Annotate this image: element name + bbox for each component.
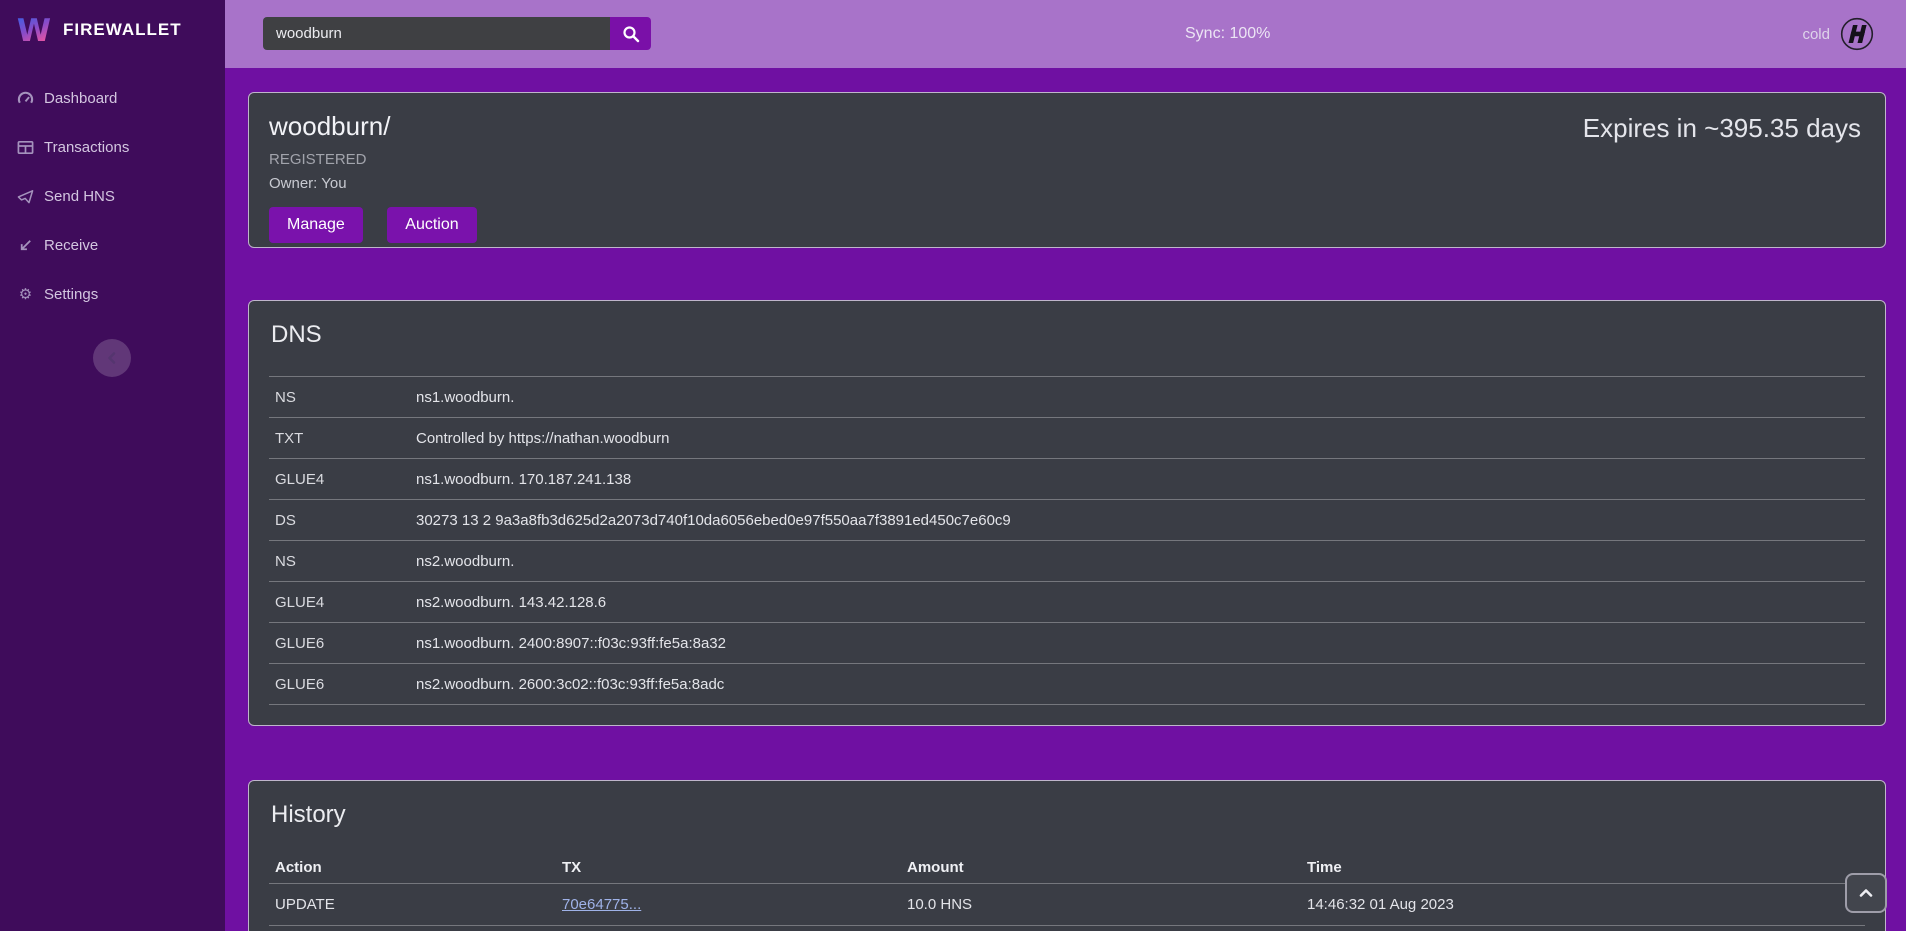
domain-status: REGISTERED: [269, 151, 1865, 168]
topbar: Sync: 100% cold: [225, 0, 1906, 68]
sidebar-item-dashboard[interactable]: Dashboard: [0, 82, 225, 115]
search-icon: [622, 25, 640, 43]
history-row: UPDATE 70e64775... 10.0 HNS 14:46:32 01 …: [269, 883, 1865, 925]
dns-card-title: DNS: [271, 321, 1865, 349]
wallet-group[interactable]: cold: [1802, 0, 1874, 68]
domain-card: woodburn/ REGISTERED Owner: You Manage A…: [248, 92, 1886, 248]
sidebar-item-label: Receive: [44, 237, 98, 254]
sidebar-item-label: Transactions: [44, 139, 129, 156]
sidebar-item-send-hns[interactable]: Send HNS: [0, 180, 225, 213]
search-input[interactable]: [263, 17, 610, 50]
receive-arrow-icon: [17, 237, 34, 254]
history-card-title: History: [271, 801, 1865, 829]
dns-record-type: DS: [275, 512, 416, 529]
dns-record-row: NS ns1.woodburn.: [269, 377, 1865, 418]
history-col-time: Time: [1307, 859, 1865, 876]
history-row: RENEW d7e64b3... 10.0 HNS 15:47:36 07 Ju…: [269, 925, 1865, 931]
history-col-amount: Amount: [907, 859, 1307, 876]
svg-text:W: W: [17, 13, 51, 49]
sidebar: W FIREWALLET Dashboard Transactions: [0, 0, 225, 931]
transactions-table-icon: [17, 139, 34, 156]
main-content: woodburn/ REGISTERED Owner: You Manage A…: [225, 68, 1906, 931]
history-card: History Action TX Amount Time UPDATE 70e…: [248, 780, 1886, 931]
dns-record-value: ns1.woodburn. 2400:8907::f03c:93ff:fe5a:…: [416, 635, 726, 652]
search-button[interactable]: [610, 17, 651, 50]
scroll-to-top-button[interactable]: [1845, 873, 1887, 913]
dns-record-type: GLUE6: [275, 676, 416, 693]
dns-record-row: GLUE4 ns2.woodburn. 143.42.128.6: [269, 582, 1865, 623]
history-time: 14:46:32 01 Aug 2023: [1307, 896, 1865, 913]
history-header-row: Action TX Amount Time: [269, 851, 1865, 883]
sidebar-collapse-button[interactable]: [93, 339, 131, 377]
auction-button[interactable]: Auction: [387, 207, 476, 243]
dns-record-row: NS ns2.woodburn.: [269, 541, 1865, 582]
history-table: Action TX Amount Time UPDATE 70e64775...…: [269, 851, 1865, 931]
dns-record-row: GLUE6 ns1.woodburn. 2400:8907::f03c:93ff…: [269, 623, 1865, 664]
app-title: FIREWALLET: [63, 20, 182, 40]
sidebar-item-settings[interactable]: ⚙ Settings: [0, 278, 225, 311]
wallet-name: cold: [1802, 26, 1830, 43]
dns-record-row: TXT Controlled by https://nathan.woodbur…: [269, 418, 1865, 459]
dns-record-value: ns2.woodburn. 143.42.128.6: [416, 594, 606, 611]
dns-record-type: TXT: [275, 430, 416, 447]
dns-record-value: ns2.woodburn.: [416, 553, 514, 570]
history-col-tx: TX: [562, 859, 907, 876]
settings-gear-icon: ⚙: [17, 286, 34, 303]
sidebar-nav: Dashboard Transactions Send HNS: [0, 82, 225, 311]
dns-record-value: ns2.woodburn. 2600:3c02::f03c:93ff:fe5a:…: [416, 676, 724, 693]
dns-record-row: GLUE6 ns2.woodburn. 2600:3c02::f03c:93ff…: [269, 664, 1865, 705]
dns-record-type: GLUE6: [275, 635, 416, 652]
dns-record-value: Controlled by https://nathan.woodburn: [416, 430, 670, 447]
history-action: UPDATE: [275, 896, 562, 913]
sidebar-item-label: Settings: [44, 286, 98, 303]
dns-record-row: GLUE4 ns1.woodburn. 170.187.241.138: [269, 459, 1865, 500]
dns-card: DNS NS ns1.woodburn. TXT Controlled by h…: [248, 300, 1886, 726]
dashboard-gauge-icon: [17, 90, 34, 107]
dns-record-value: 30273 13 2 9a3a8fb3d625d2a2073d740f10da6…: [416, 512, 1011, 529]
domain-actions: Manage Auction: [269, 207, 1865, 243]
chevron-left-icon: [105, 351, 119, 365]
expires-label: Expires in ~395.35 days: [1583, 113, 1861, 144]
sidebar-item-receive[interactable]: Receive: [0, 229, 225, 262]
history-col-action: Action: [275, 859, 562, 876]
dns-table: NS ns1.woodburn. TXT Controlled by https…: [269, 376, 1865, 705]
dns-record-value: ns1.woodburn.: [416, 389, 514, 406]
sidebar-item-label: Dashboard: [44, 90, 117, 107]
sidebar-item-label: Send HNS: [44, 188, 115, 205]
send-plane-icon: [17, 188, 34, 205]
brand: W FIREWALLET: [0, 0, 225, 60]
sync-status: Sync: 100%: [1185, 0, 1270, 68]
dns-record-row: DS 30273 13 2 9a3a8fb3d625d2a2073d740f10…: [269, 500, 1865, 541]
sidebar-item-transactions[interactable]: Transactions: [0, 131, 225, 164]
chevron-up-icon: [1858, 887, 1874, 899]
firewallet-logo-icon: W: [15, 11, 53, 49]
dns-record-type: GLUE4: [275, 471, 416, 488]
tx-link[interactable]: 70e64775...: [562, 896, 641, 913]
dns-record-value: ns1.woodburn. 170.187.241.138: [416, 471, 631, 488]
dns-record-type: GLUE4: [275, 594, 416, 611]
domain-owner: Owner: You: [269, 175, 1865, 192]
manage-button[interactable]: Manage: [269, 207, 363, 243]
dns-record-type: NS: [275, 553, 416, 570]
hns-logo-icon: [1840, 17, 1874, 51]
dns-record-type: NS: [275, 389, 416, 406]
search-group: [263, 17, 651, 50]
history-amount: 10.0 HNS: [907, 896, 1307, 913]
